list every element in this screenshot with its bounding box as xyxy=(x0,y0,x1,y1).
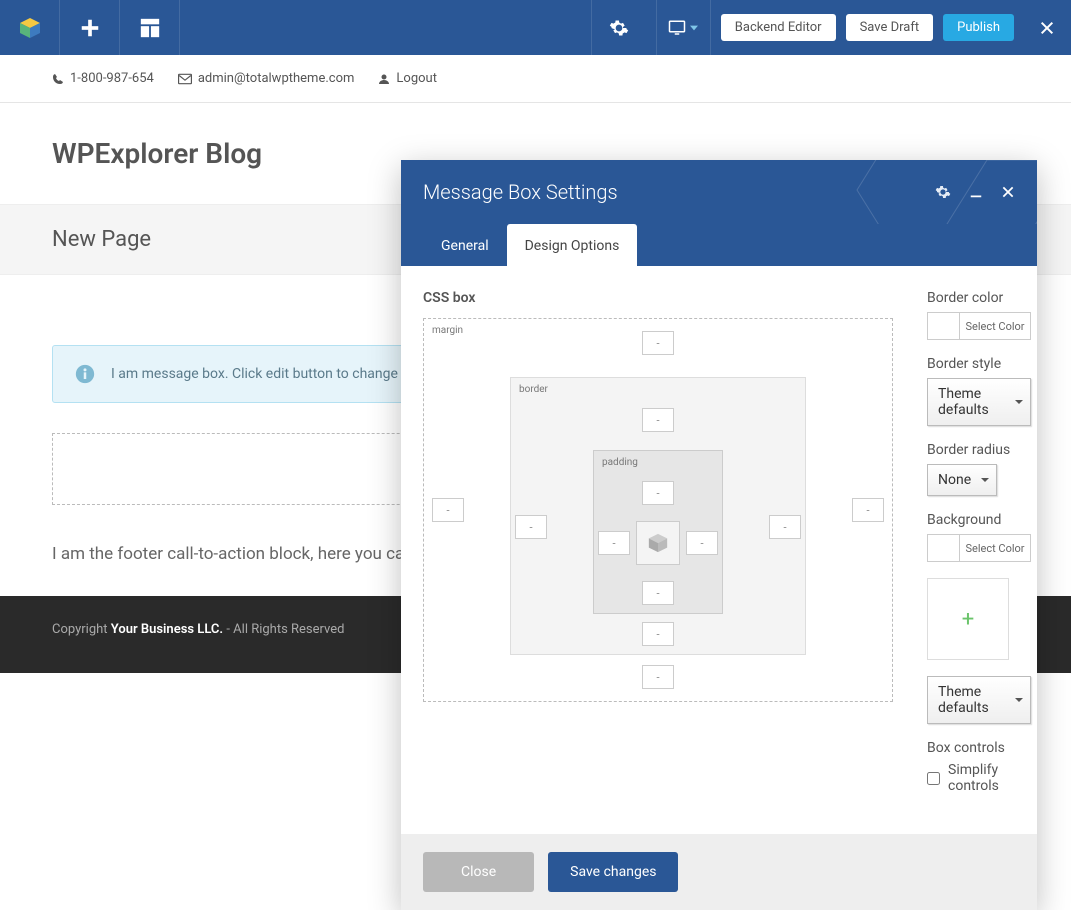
simplify-checkbox[interactable] xyxy=(927,772,940,785)
padding-label: padding xyxy=(602,457,638,468)
responsive-toggle[interactable] xyxy=(656,0,711,55)
modal-tabs: General Design Options xyxy=(401,224,1037,266)
padding-bottom-input[interactable] xyxy=(642,581,674,605)
plus-icon xyxy=(79,17,101,39)
logout-link[interactable]: Logout xyxy=(378,71,437,86)
message-text: I am message box. Click edit button to c… xyxy=(111,366,417,382)
topbar-right: Backend Editor Save Draft Publish xyxy=(591,0,1071,55)
border-label: border xyxy=(519,384,548,395)
phone: 1-800-987-654 xyxy=(52,71,154,86)
templates-button[interactable] xyxy=(120,0,180,55)
modal-body: CSS box margin border padding xyxy=(401,266,1037,834)
padding-top-input[interactable] xyxy=(642,481,674,505)
margin-right-input[interactable] xyxy=(852,498,884,522)
border-color-text: Select Color xyxy=(960,313,1030,339)
add-element-button[interactable] xyxy=(60,0,120,55)
editor-topbar: Backend Editor Save Draft Publish xyxy=(0,0,1071,55)
border-style-select[interactable]: Theme defaults xyxy=(927,378,1031,426)
save-draft-button[interactable]: Save Draft xyxy=(846,14,934,41)
padding-left-input[interactable] xyxy=(598,531,630,555)
border-color-label: Border color xyxy=(927,290,1031,306)
cssbox-border-layer: border padding xyxy=(510,377,806,655)
backend-editor-button[interactable]: Backend Editor xyxy=(721,14,836,41)
close-button[interactable]: Close xyxy=(423,852,534,892)
border-color-field: Border color Select Color xyxy=(927,290,1031,340)
hex-bg-icon xyxy=(787,160,1037,224)
plus-icon: + xyxy=(962,607,974,632)
phone-text: 1-800-987-654 xyxy=(70,71,154,86)
modal-footer: Close Save changes xyxy=(401,834,1037,910)
border-bottom-input[interactable] xyxy=(642,622,674,646)
background-style-select[interactable]: Theme defaults xyxy=(927,676,1031,724)
cssbox-padding-layer: padding xyxy=(593,450,723,614)
logout-text: Logout xyxy=(396,71,437,86)
border-style-field: Border style Theme defaults xyxy=(927,356,1031,426)
info-icon xyxy=(75,364,95,384)
background-field: Background Select Color xyxy=(927,512,1031,562)
cssbox-margin-layer: margin border padding xyxy=(423,318,893,702)
close-editor-button[interactable] xyxy=(1039,20,1055,36)
margin-top-input[interactable] xyxy=(642,331,674,355)
border-radius-label: Border radius xyxy=(927,442,1031,458)
copyright-company: Your Business LLC. xyxy=(111,622,223,637)
border-left-input[interactable] xyxy=(515,515,547,539)
phone-icon xyxy=(52,73,64,85)
box-controls-label: Box controls xyxy=(927,740,1031,756)
cssbox-content xyxy=(636,521,680,565)
user-icon xyxy=(378,73,390,85)
publish-button[interactable]: Publish xyxy=(943,14,1014,41)
border-style-label: Border style xyxy=(927,356,1031,372)
copyright-suffix: - All Rights Reserved xyxy=(223,622,344,637)
email: admin@totalwptheme.com xyxy=(178,71,355,86)
gear-icon xyxy=(609,18,629,38)
border-top-input[interactable] xyxy=(642,408,674,432)
email-text: admin@totalwptheme.com xyxy=(198,71,355,86)
utility-bar: 1-800-987-654 admin@totalwptheme.com Log… xyxy=(0,55,1071,103)
desktop-icon xyxy=(668,19,686,37)
border-right-input[interactable] xyxy=(769,515,801,539)
topbar-left xyxy=(0,0,180,55)
background-color-text: Select Color xyxy=(960,535,1030,561)
layout-icon xyxy=(139,17,161,39)
margin-label: margin xyxy=(432,325,463,336)
email-icon xyxy=(178,73,192,85)
margin-bottom-input[interactable] xyxy=(642,665,674,689)
margin-left-input[interactable] xyxy=(432,498,464,522)
logo-vc[interactable] xyxy=(0,0,60,55)
background-style-field: Theme defaults xyxy=(927,676,1031,724)
modal-title: Message Box Settings xyxy=(423,180,618,204)
border-radius-field: Border radius None xyxy=(927,442,1031,496)
padding-right-input[interactable] xyxy=(686,531,718,555)
copyright-prefix: Copyright xyxy=(52,622,111,637)
sideform: Border color Select Color Border style T… xyxy=(927,290,1031,810)
settings-modal: Message Box Settings General Design Opti… xyxy=(401,160,1037,910)
background-color-swatch xyxy=(928,535,960,561)
background-image-add[interactable]: + xyxy=(927,578,1009,660)
box-controls-field: Box controls Simplify controls xyxy=(927,740,1031,794)
simplify-label: Simplify controls xyxy=(948,762,1031,794)
settings-gear[interactable] xyxy=(591,0,646,55)
tab-general[interactable]: General xyxy=(423,224,507,266)
caret-down-icon xyxy=(690,24,698,32)
cssbox-heading: CSS box xyxy=(423,290,893,306)
close-icon xyxy=(1039,20,1055,36)
border-radius-select[interactable]: None xyxy=(927,464,997,496)
save-changes-button[interactable]: Save changes xyxy=(548,852,678,892)
background-label: Background xyxy=(927,512,1031,528)
background-color-picker[interactable]: Select Color xyxy=(927,534,1031,562)
vc-cube-icon xyxy=(18,16,42,40)
vc-cube-icon xyxy=(647,532,669,554)
cssbox-wrapper: CSS box margin border padding xyxy=(423,290,893,810)
tab-design-options[interactable]: Design Options xyxy=(507,224,638,266)
border-color-picker[interactable]: Select Color xyxy=(927,312,1031,340)
border-color-swatch xyxy=(928,313,960,339)
modal-header: Message Box Settings xyxy=(401,160,1037,224)
